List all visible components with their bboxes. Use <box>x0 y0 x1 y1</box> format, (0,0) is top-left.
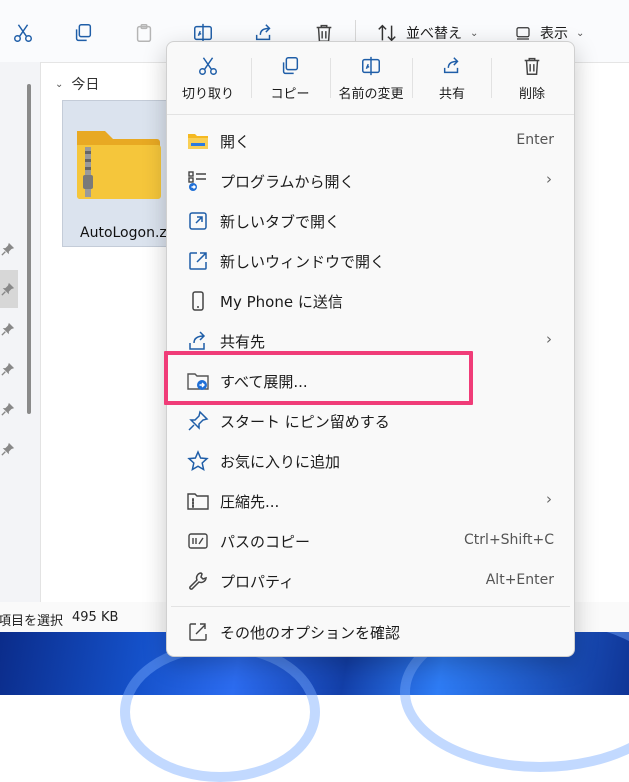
delete-button[interactable]: 削除 <box>501 42 563 114</box>
chevron-down-icon: ⌄ <box>55 78 64 90</box>
cut-toolbar-button[interactable] <box>12 18 34 48</box>
size-status: 495 KB <box>72 610 119 625</box>
rename-label: 名前の変更 <box>338 86 404 102</box>
menu-item-copy-path[interactable]: パスのコピー Ctrl+Shift+C <box>167 521 574 561</box>
copy-path-icon <box>188 533 208 549</box>
menu-item-label: パスのコピー <box>220 533 311 551</box>
copy-icon <box>282 56 299 74</box>
chevron-down-icon: ⌄ <box>576 27 585 39</box>
compress-folder-icon <box>187 493 209 510</box>
cut-label: 切り取り <box>181 86 234 102</box>
chevron-down-icon: ⌄ <box>470 27 479 39</box>
menu-item-label: 共有先 <box>220 333 266 351</box>
copy-toolbar-button[interactable] <box>72 18 94 48</box>
menu-item-shortcut: Alt+Enter <box>485 572 554 588</box>
menu-item-compress-to[interactable]: 圧縮先... › <box>167 481 574 521</box>
delete-label: 削除 <box>518 86 545 102</box>
menu-item-label: 新しいウィンドウで開く <box>220 253 386 271</box>
menu-item-open-new-window[interactable]: 新しいウィンドウで開く <box>167 241 574 281</box>
quick-actions-separator <box>412 58 413 98</box>
menu-item-open[interactable]: 開く Enter <box>167 121 574 161</box>
clipboard-icon <box>136 24 152 42</box>
menu-item-label: その他のオプションを確認 <box>220 624 401 642</box>
menu-item-label: スタート にピン留めする <box>220 413 390 431</box>
sort-label: 並べ替え <box>406 26 462 42</box>
trash-icon <box>524 57 540 75</box>
menu-item-open-new-tab[interactable]: 新しいタブで開く <box>167 201 574 241</box>
new-window-icon <box>189 252 207 270</box>
quick-actions-separator <box>251 58 252 98</box>
menu-item-shortcut: Enter <box>516 132 554 148</box>
quick-actions-separator <box>491 58 492 98</box>
menu-item-send-to-phone[interactable]: My Phone に送信 <box>167 281 574 321</box>
menu-item-label: 新しいタブで開く <box>220 213 341 231</box>
quick-actions-bar: 切り取り コピー 名前の変更 共有 削除 <box>167 42 574 115</box>
highlight-annotation <box>164 351 473 405</box>
menu-item-label: 圧縮先... <box>220 493 280 511</box>
pin-icon <box>1 282 15 296</box>
scissors-icon <box>14 24 32 42</box>
share-icon <box>443 56 459 73</box>
wrench-icon <box>189 572 207 590</box>
more-options-icon <box>189 623 207 641</box>
copy-button[interactable]: コピー <box>259 42 321 114</box>
pin-icon <box>1 442 15 456</box>
phone-icon <box>192 291 204 311</box>
pin-icon <box>1 362 15 376</box>
chevron-right-icon: › <box>546 490 552 508</box>
navigation-pane <box>0 62 41 602</box>
chevron-right-icon: › <box>546 170 552 188</box>
open-with-icon <box>188 171 206 191</box>
context-menu: 切り取り コピー 名前の変更 共有 削除 開く Enter プログラムから開く … <box>166 41 575 657</box>
pin-icon <box>1 322 15 336</box>
menu-item-add-favorites[interactable]: お気に入りに追加 <box>167 441 574 481</box>
file-name: AutoLogon.z <box>80 225 167 241</box>
rename-button[interactable]: 名前の変更 <box>333 42 409 114</box>
new-tab-icon <box>189 212 207 230</box>
menu-item-label: 開く <box>220 133 251 151</box>
view-icon <box>516 27 530 40</box>
quick-actions-separator <box>330 58 331 98</box>
menu-item-label: プロパティ <box>220 573 295 591</box>
menu-item-open-with[interactable]: プログラムから開く › <box>167 161 574 201</box>
menu-item-more-options[interactable]: その他のオプションを確認 <box>167 612 574 652</box>
pin-icon <box>1 242 15 256</box>
pin-icon <box>188 410 209 431</box>
view-label: 表示 <box>540 26 568 42</box>
file-item-selected[interactable]: AutoLogon.z <box>62 100 174 247</box>
copy-icon <box>75 24 92 42</box>
menu-item-label: プログラムから開く <box>220 173 355 191</box>
share-button[interactable]: 共有 <box>421 42 483 114</box>
zip-folder-icon <box>77 131 161 199</box>
group-header-today[interactable]: ⌄ 今日 <box>55 74 99 94</box>
menu-item-shortcut: Ctrl+Shift+C <box>464 532 554 548</box>
share-icon <box>189 331 206 350</box>
paste-toolbar-button[interactable] <box>133 18 155 48</box>
scissors-icon <box>199 56 217 75</box>
navigation-scrollbar[interactable] <box>27 84 31 414</box>
pin-icon <box>1 402 15 416</box>
cut-button[interactable]: 切り取り <box>177 42 239 114</box>
selection-status: 項目を選択 <box>0 614 64 629</box>
menu-item-label: My Phone に送信 <box>220 293 343 311</box>
chevron-right-icon: › <box>546 330 552 348</box>
copy-label: コピー <box>270 86 310 102</box>
share-label: 共有 <box>438 86 465 102</box>
menu-item-pin-to-start[interactable]: スタート にピン留めする <box>167 401 574 441</box>
rename-icon <box>362 56 380 75</box>
menu-item-label: お気に入りに追加 <box>220 453 341 471</box>
menu-item-properties[interactable]: プロパティ Alt+Enter <box>167 561 574 601</box>
group-header-label: 今日 <box>71 77 100 93</box>
folder-open-icon <box>188 134 208 149</box>
menu-separator <box>171 606 570 607</box>
star-icon <box>187 450 209 472</box>
